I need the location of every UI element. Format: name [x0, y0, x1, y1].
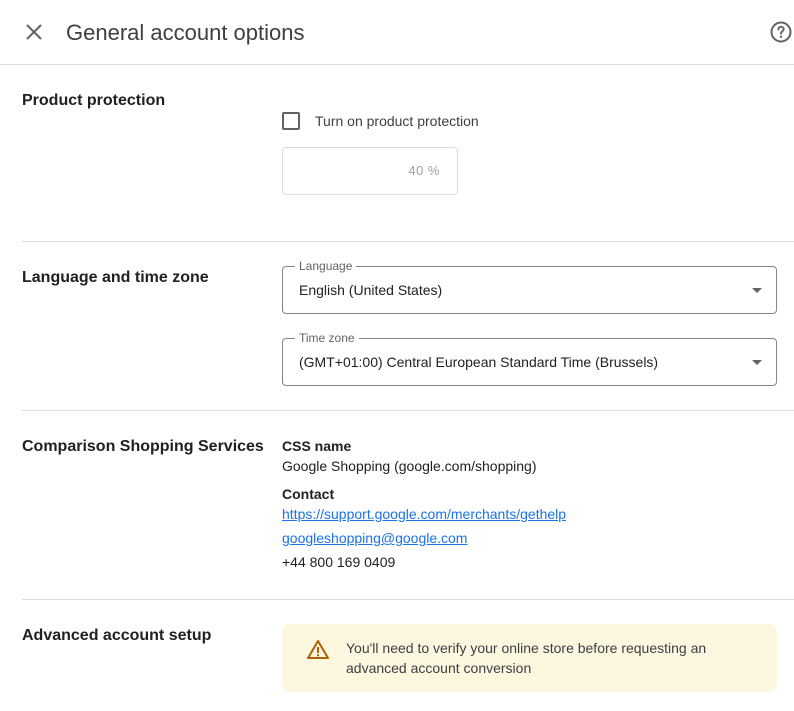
help-button[interactable]	[769, 20, 793, 44]
close-icon	[26, 24, 42, 40]
css-name-value: Google Shopping (google.com/shopping)	[282, 458, 537, 474]
protection-percent-input[interactable]: 40 %	[282, 147, 458, 195]
section-divider	[22, 599, 794, 600]
timezone-select-label: Time zone	[295, 331, 359, 345]
product-protection-checkbox-label: Turn on product protection	[315, 113, 479, 129]
help-circle-icon	[770, 21, 792, 43]
advanced-warning-banner: You'll need to verify your online store …	[282, 624, 777, 692]
protection-percent-value: 40 %	[408, 163, 440, 178]
section-divider	[22, 410, 794, 411]
language-select-label: Language	[295, 259, 357, 273]
language-select-value: English (United States)	[299, 282, 443, 298]
warning-triangle-icon	[307, 640, 329, 659]
page-title: General account options	[66, 20, 305, 45]
css-contact-link[interactable]: https://support.google.com/merchants/get…	[282, 505, 566, 523]
section-title-product-protection: Product protection	[22, 92, 166, 109]
chevron-down-icon	[752, 288, 762, 293]
advanced-warning-text: You'll need to verify your online store …	[346, 640, 707, 676]
dialog-header: General account options	[0, 0, 794, 65]
css-contact-label: Contact	[282, 486, 335, 502]
css-name-label: CSS name	[282, 438, 352, 454]
timezone-select[interactable]: Time zone (GMT+01:00) Central European S…	[282, 331, 777, 386]
product-protection-checkbox[interactable]	[282, 112, 300, 130]
section-title-css: Comparison Shopping Services	[22, 438, 264, 455]
close-button[interactable]	[22, 20, 46, 44]
language-select[interactable]: Language English (United States)	[282, 259, 777, 314]
section-title-language-time: Language and time zone	[22, 269, 209, 286]
chevron-down-icon	[752, 360, 762, 365]
section-title-advanced: Advanced account setup	[22, 627, 212, 644]
css-contact-email[interactable]: googleshopping@google.com	[282, 529, 467, 547]
product-protection-checkbox-row[interactable]: Turn on product protection	[282, 111, 479, 131]
css-contact-phone: +44 800 169 0409	[282, 554, 396, 570]
section-divider	[22, 241, 794, 242]
timezone-select-value: (GMT+01:00) Central European Standard Ti…	[299, 354, 659, 370]
